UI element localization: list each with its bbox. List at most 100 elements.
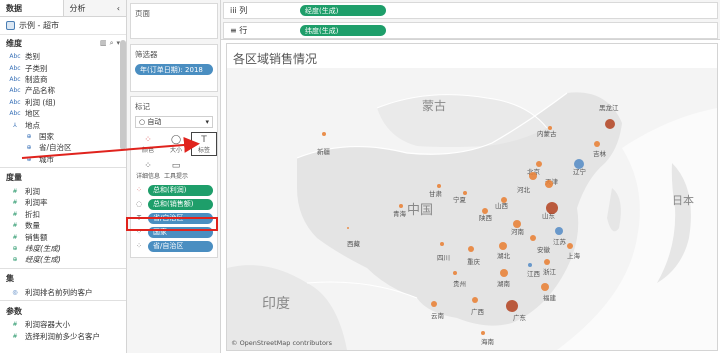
province-bubble[interactable]: [530, 235, 536, 241]
mark-field-pill[interactable]: 总和(销售额): [148, 198, 213, 210]
province-label: 海南: [481, 337, 495, 346]
measure-field[interactable]: # 利润: [0, 186, 126, 197]
province-bubble[interactable]: [501, 197, 507, 203]
province-bubble[interactable]: [529, 172, 537, 180]
dimension-field[interactable]: Abc 利润 (组): [0, 97, 126, 108]
dimensions-header: 维度 ▥ ⌕ ▾: [6, 38, 120, 48]
map[interactable]: 蒙古中国印度日本黑龙江吉林辽宁内蒙古新疆甘肃宁夏山西河北北京天津山东陕西河南青海…: [227, 68, 717, 350]
param-item[interactable]: # 利润容器大小: [0, 319, 126, 330]
tab-data[interactable]: 数据: [0, 0, 64, 16]
province-bubble[interactable]: [605, 119, 615, 129]
size-button[interactable]: ◯ 大小: [163, 132, 189, 156]
collapse-pane-icon[interactable]: ‹: [117, 4, 120, 13]
datasource-icon: [6, 21, 15, 30]
param-item[interactable]: # 选择利润前多少名客户: [0, 330, 126, 341]
view-toggle-icon[interactable]: ▥: [100, 39, 107, 48]
province-label: 广西: [471, 307, 485, 316]
mark-field-pill[interactable]: 省/自治区: [148, 240, 213, 252]
filters-card[interactable]: 筛选器 年(订单日期): 2018: [130, 44, 218, 92]
highlight-box: [126, 217, 218, 231]
province-bubble[interactable]: [513, 220, 521, 228]
province-bubble[interactable]: [481, 331, 485, 335]
dimension-field[interactable]: Abc 产品名称: [0, 85, 126, 96]
province-bubble[interactable]: [574, 159, 584, 169]
province-bubble[interactable]: [322, 132, 326, 136]
detail-dots-icon: ⁘: [144, 160, 152, 171]
filter-pill[interactable]: 年(订单日期): 2018: [135, 64, 213, 75]
rows-pill[interactable]: 纬度(生成): [300, 25, 386, 36]
mark-field-row: ⁘ 总和(利润): [133, 184, 213, 196]
province-bubble[interactable]: [463, 191, 467, 195]
province-bubble[interactable]: [548, 126, 552, 130]
mark-type-select[interactable]: ○ 自动 ▾: [135, 116, 213, 128]
color-button[interactable]: ⁘ 颜色: [135, 132, 161, 156]
globe-icon: ⊕: [26, 132, 32, 140]
province-bubble[interactable]: [541, 283, 549, 291]
set-item[interactable]: ◎ 利润排名前列的客户: [0, 287, 126, 298]
dimension-field[interactable]: ⊕ 国家: [0, 131, 126, 142]
measure-field[interactable]: ⊕ 经度(生成): [0, 254, 126, 265]
province-bubble[interactable]: [500, 269, 508, 277]
province-bubble[interactable]: [544, 259, 550, 265]
province-bubble[interactable]: [437, 184, 441, 188]
rows-shelf[interactable]: ≡ 行 纬度(生成): [223, 22, 718, 39]
measure-field[interactable]: # 折扣: [0, 209, 126, 220]
province-bubble[interactable]: [472, 297, 478, 303]
province-bubble[interactable]: [399, 204, 403, 208]
province-bubble[interactable]: [482, 208, 488, 214]
dimension-field[interactable]: ⅄ 地点: [0, 119, 126, 130]
mark-field-row: ⁘ 省/自治区: [133, 240, 213, 252]
measure-field[interactable]: # 利润率: [0, 197, 126, 208]
string-type-icon: Abc: [9, 87, 21, 95]
tab-analysis[interactable]: 分析 ‹: [64, 0, 127, 16]
dimension-field[interactable]: ⊕ 城市: [0, 154, 126, 165]
province-bubble[interactable]: [594, 141, 600, 147]
label-t-icon: T: [201, 134, 207, 145]
province-bubble[interactable]: [453, 271, 457, 275]
string-type-icon: Abc: [9, 64, 21, 72]
columns-pill[interactable]: 经度(生成): [300, 5, 386, 16]
province-bubble[interactable]: [546, 202, 558, 214]
province-bubble[interactable]: [567, 243, 573, 249]
mark-field-pill[interactable]: 总和(利润): [148, 184, 213, 196]
province-bubble[interactable]: [468, 246, 474, 252]
datasource-row[interactable]: 示例 - 超市: [0, 17, 126, 35]
search-icon[interactable]: ⌕: [110, 39, 114, 48]
dimension-field[interactable]: ⊕ 省/自治区: [0, 142, 126, 153]
dimension-field[interactable]: Abc 子类别: [0, 62, 126, 73]
viz-area: 各区域销售情况 蒙古 中国 印度 日本 黑龙江 吉林 辽宁 内蒙古 新疆 甘肃 …: [226, 43, 718, 351]
map-region-label: 日本: [672, 193, 694, 207]
province-label: 上海: [567, 251, 581, 260]
detail-button[interactable]: ⁘ 详细信息: [135, 158, 161, 182]
data-pane-scrollbar[interactable]: [120, 40, 126, 150]
columns-shelf[interactable]: iii 列 经度(生成): [223, 2, 718, 19]
province-bubble[interactable]: [528, 263, 532, 267]
pages-card[interactable]: 页面: [130, 3, 218, 39]
dimension-field[interactable]: Abc 类别: [0, 51, 126, 62]
label-button[interactable]: T 标签: [191, 132, 217, 156]
dimension-field[interactable]: Abc 地区: [0, 108, 126, 119]
string-type-icon: Abc: [9, 75, 21, 83]
province-bubble[interactable]: [440, 242, 444, 246]
province-bubble[interactable]: [545, 180, 553, 188]
globe-icon: ⊕: [26, 155, 32, 163]
measure-field[interactable]: # 销售额: [0, 231, 126, 242]
province-bubble[interactable]: [536, 161, 542, 167]
province-label: 山西: [495, 201, 509, 210]
province-label: 湖南: [497, 279, 511, 288]
province-bubble[interactable]: [555, 227, 563, 235]
province-bubble[interactable]: [506, 300, 518, 312]
province-bubble[interactable]: [347, 227, 349, 229]
measure-field[interactable]: ⊕ 纬度(生成): [0, 243, 126, 254]
province-bubble[interactable]: [499, 242, 507, 250]
province-label: 江西: [527, 270, 541, 278]
province-bubble[interactable]: [431, 301, 437, 307]
tooltip-button[interactable]: ▭ 工具提示: [163, 158, 189, 182]
map-region-label: 中国: [407, 203, 433, 218]
chevron-down-icon: ▾: [205, 118, 209, 126]
color-dots-icon: ⁘: [136, 186, 142, 194]
dimension-field[interactable]: Abc 制造商: [0, 74, 126, 85]
measure-field[interactable]: # 数量: [0, 220, 126, 231]
marks-card: 标记 ○ 自动 ▾ ⁘ 颜色 ◯ 大小 T 标签 ⁘ 详细信息 ▭ 工具提示 ⁘…: [130, 96, 218, 258]
string-type-icon: Abc: [9, 110, 21, 118]
